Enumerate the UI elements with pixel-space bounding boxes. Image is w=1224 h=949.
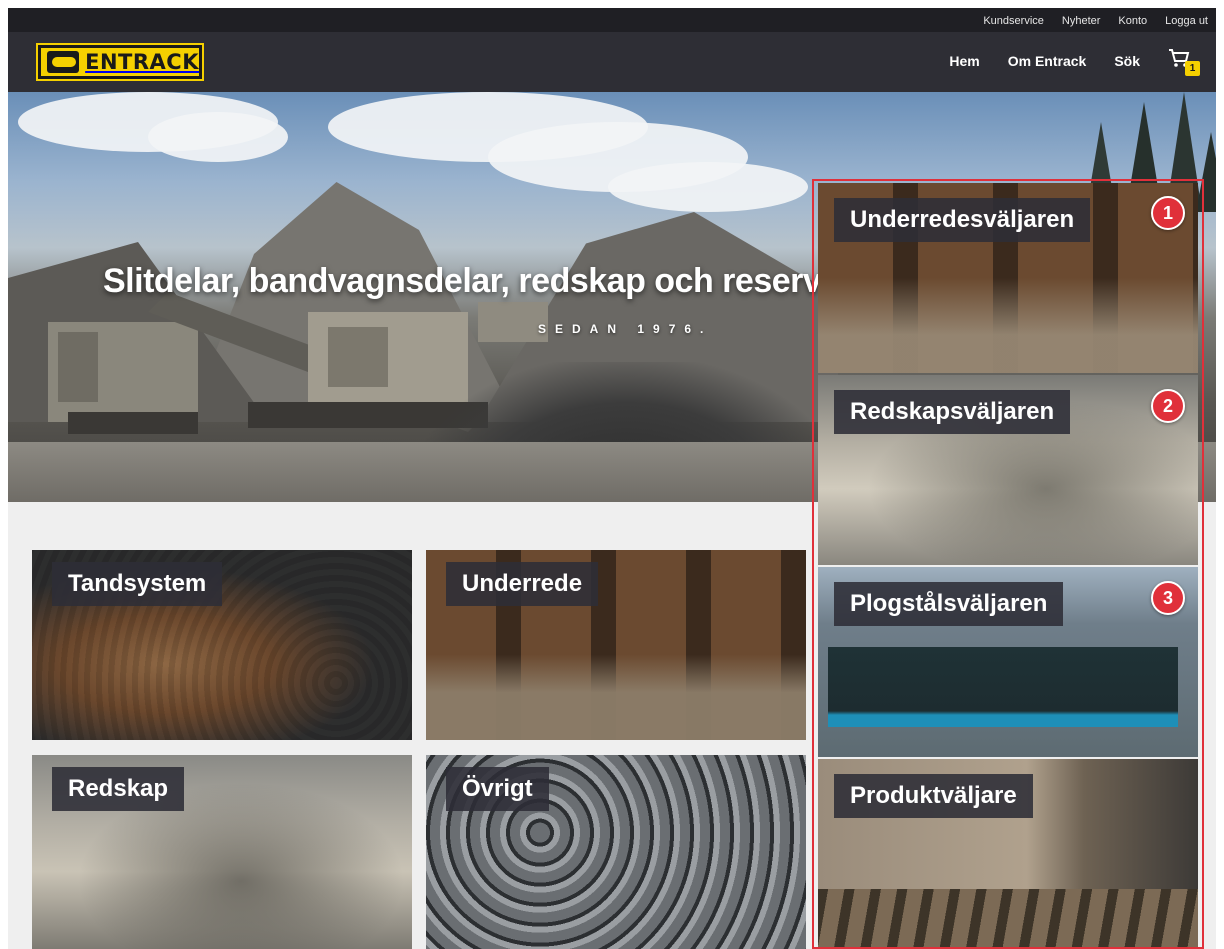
category-tile-redskap[interactable]: Redskap bbox=[32, 755, 412, 949]
util-link-konto[interactable]: Konto bbox=[1118, 15, 1147, 27]
nav-link-hem[interactable]: Hem bbox=[949, 53, 979, 69]
nav-link-om-entrack[interactable]: Om Entrack bbox=[1008, 53, 1087, 69]
category-tile-underrede[interactable]: Underrede bbox=[426, 550, 806, 740]
hero-subtitle: SEDAN 1976. bbox=[538, 322, 713, 336]
category-label: Redskap bbox=[52, 767, 185, 811]
nav-link-sok[interactable]: Sök bbox=[1114, 53, 1140, 69]
util-link-kundservice[interactable]: Kundservice bbox=[983, 15, 1044, 27]
utility-bar: Kundservice Nyheter Konto Logga ut bbox=[8, 8, 1216, 32]
selector-label: Plogstålsväljaren bbox=[834, 582, 1064, 626]
selector-column-highlight: Underredesväljaren 1 Redskapsväljaren 2 … bbox=[812, 179, 1204, 949]
category-tile-ovrigt[interactable]: Övrigt bbox=[426, 755, 806, 949]
main-navbar: ENTRACK Hem Om Entrack Sök 1 bbox=[8, 32, 1216, 92]
util-link-nyheter[interactable]: Nyheter bbox=[1062, 15, 1101, 27]
step-badge-3: 3 bbox=[1151, 581, 1185, 615]
entrack-logo[interactable]: ENTRACK bbox=[36, 43, 204, 81]
step-badge-2: 2 bbox=[1151, 389, 1185, 423]
category-label: Övrigt bbox=[446, 767, 549, 811]
cart-count-badge: 1 bbox=[1185, 60, 1200, 76]
selector-label: Produktväljare bbox=[834, 774, 1033, 818]
selector-redskapsvaljaren[interactable]: Redskapsväljaren bbox=[818, 375, 1198, 565]
step-badge-1: 1 bbox=[1151, 196, 1185, 230]
util-link-logout[interactable]: Logga ut bbox=[1165, 15, 1208, 27]
selector-label: Underredesväljaren bbox=[834, 198, 1091, 242]
cart-button[interactable]: 1 bbox=[1168, 48, 1200, 76]
page-frame: Kundservice Nyheter Konto Logga ut ENTRA… bbox=[8, 8, 1216, 949]
category-label: Underrede bbox=[446, 562, 599, 606]
selector-plogstalsvaljaren[interactable]: Plogstålsväljaren bbox=[818, 567, 1198, 757]
selector-underredesvaljaren[interactable]: Underredesväljaren bbox=[818, 183, 1198, 373]
category-tile-tandsystem[interactable]: Tandsystem bbox=[32, 550, 412, 740]
hero-title: Slitdelar, bandvagnsdelar, redskap och r… bbox=[103, 262, 901, 300]
selector-label: Redskapsväljaren bbox=[834, 390, 1071, 434]
track-logo-icon bbox=[47, 51, 80, 73]
logo-text: ENTRACK bbox=[85, 50, 199, 74]
selector-produktvaljare[interactable]: Produktväljare bbox=[818, 759, 1198, 947]
category-label: Tandsystem bbox=[52, 562, 223, 606]
